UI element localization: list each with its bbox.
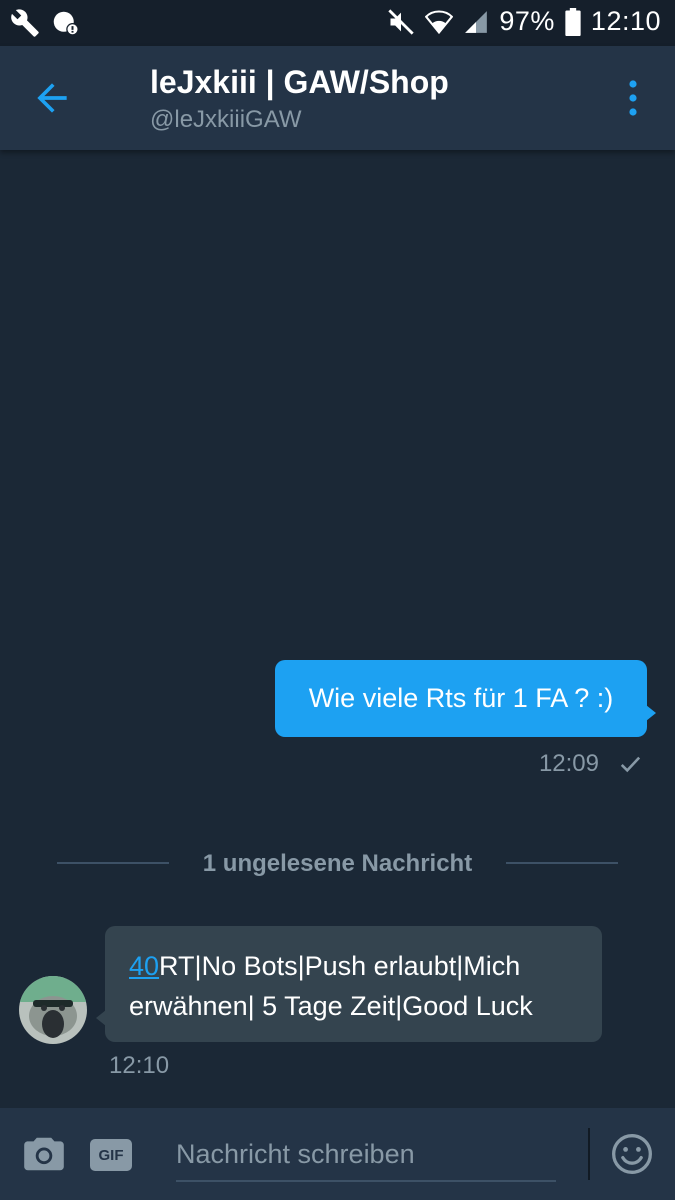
battery-icon (565, 7, 581, 36)
wrench-icon (11, 9, 39, 37)
message-link[interactable]: 40 (129, 951, 159, 981)
outgoing-message-bubble[interactable]: Wie viele Rts für 1 FA ? :) (275, 660, 656, 737)
gif-button[interactable]: GIF (90, 1139, 132, 1171)
clock: 12:10 (590, 6, 661, 36)
emoji-icon[interactable] (610, 1132, 654, 1176)
composer-divider (588, 1128, 590, 1180)
bubble-tail (646, 705, 656, 721)
status-bar: 97% 12:10 (0, 0, 675, 46)
outgoing-message-time: 12:09 (538, 750, 599, 777)
incoming-message-time: 12:10 (109, 1052, 170, 1079)
wifi-icon (425, 9, 454, 34)
message-input[interactable] (176, 1128, 556, 1182)
more-vertical-icon[interactable] (620, 76, 646, 120)
unread-divider-label: 1 ungelesene Nachricht (202, 850, 473, 877)
outgoing-message-text: Wie viele Rts für 1 FA ? :) (308, 683, 614, 713)
divider-line-right (506, 862, 618, 864)
avatar[interactable] (19, 976, 87, 1044)
incoming-message-bubble[interactable]: 40RT|No Bots|Push erlaubt|Mich erwähnen|… (96, 926, 602, 1042)
conversation-handle[interactable]: @leJxkiiiGAW (150, 106, 301, 134)
arrow-left-icon[interactable] (30, 76, 74, 120)
unread-divider: 1 ungelesene Nachricht (57, 845, 618, 885)
camera-icon[interactable] (22, 1136, 66, 1172)
battery-percent: 97% (499, 6, 555, 36)
outgoing-message-meta: 12:09 (539, 750, 641, 778)
data-saver-icon (53, 11, 79, 36)
incoming-message-text-2: erwähnen| 5 Tage Zeit|Good Luck (129, 991, 533, 1021)
conversation-header: leJxkiii | GAW/Shop @leJxkiiiGAW (0, 46, 675, 150)
bubble-tail (96, 1010, 106, 1026)
signal-icon (465, 10, 488, 33)
incoming-message-text-1: RT|No Bots|Push erlaubt|Mich (159, 951, 521, 981)
checkmark-icon (620, 756, 641, 773)
conversation-title[interactable]: leJxkiii | GAW/Shop (150, 64, 449, 101)
mute-icon (388, 8, 415, 35)
